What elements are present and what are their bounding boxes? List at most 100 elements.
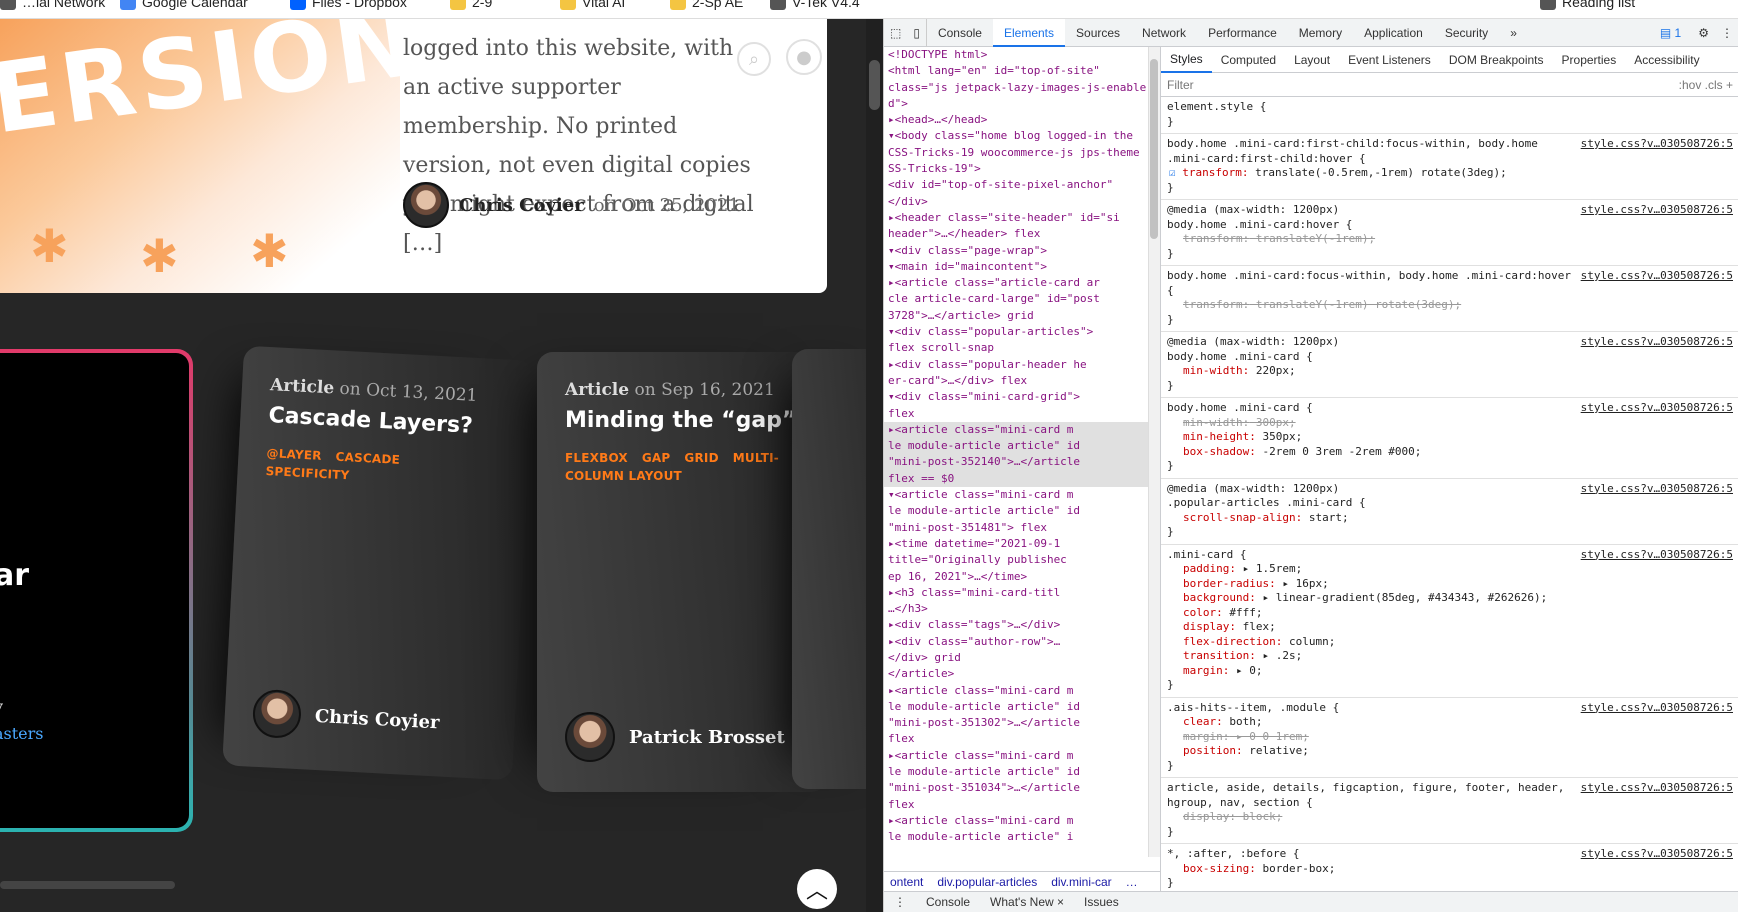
dom-node-line[interactable]: </div> <box>884 194 1148 210</box>
dom-node-line[interactable]: "mini-post-351034">…</article <box>884 780 1148 796</box>
css-rule[interactable]: style.css?v…030508726:5 *, :after, :befor… <box>1161 844 1738 891</box>
css-declaration[interactable]: color: #fff; <box>1167 606 1733 621</box>
dom-node-line[interactable]: flex <box>884 797 1148 813</box>
dom-node-line[interactable]: "mini-post-351481"> flex <box>884 520 1148 536</box>
dom-node-line[interactable]: ▾<div class="popular-articles"> <box>884 324 1148 340</box>
breadcrumb-item[interactable]: div.mini-car <box>1051 875 1111 889</box>
devtools-tab-sources[interactable]: Sources <box>1065 19 1131 47</box>
css-declaration[interactable]: ☑ transform: translate(-0.5rem,-1rem) ro… <box>1167 166 1733 181</box>
bookmark-item[interactable]: V-Tek V4.4 <box>770 0 860 10</box>
css-declaration[interactable]: position: relative; <box>1167 744 1733 759</box>
elements-scrollbar-thumb[interactable] <box>1150 59 1158 239</box>
tag[interactable]: CASCADE <box>335 450 400 467</box>
styles-tab-styles[interactable]: Styles <box>1161 47 1212 73</box>
dom-node-line[interactable]: le module-article article" id <box>884 503 1148 519</box>
css-rule[interactable]: style.css?v…030508726:5 .mini-card {paddi… <box>1161 545 1738 698</box>
inspect-element-icon[interactable]: ⬚ <box>884 19 907 47</box>
dom-node-line[interactable]: ▾<main id="maincontent"> <box>884 259 1148 275</box>
devtools-tab-elements[interactable]: Elements <box>992 18 1066 47</box>
drawer-tab[interactable]: Console <box>916 895 980 909</box>
rule-source-link[interactable]: style.css?v…030508726:5 <box>1581 701 1733 716</box>
css-declaration[interactable]: transition: ▸ .2s; <box>1167 649 1733 664</box>
dom-node-line[interactable]: ▾<body class="home blog logged-in the <box>884 128 1148 144</box>
mini-card-cascade-layers[interactable]: Article on Oct 13, 2021 Cascade Layers? … <box>222 345 534 781</box>
dom-node-line[interactable]: CSS-Tricks-19 woocommerce-js jps-theme <box>884 145 1148 161</box>
drawer-tab[interactable]: What's New × <box>980 895 1074 909</box>
dom-node-line[interactable]: le module-article article" id <box>884 699 1148 715</box>
card-title[interactable]: Cascade Layers? <box>268 403 503 440</box>
dom-node-line[interactable]: class="js jetpack-lazy-images-js-enable <box>884 80 1148 96</box>
styles-tab-dom-breakpoints[interactable]: DOM Breakpoints <box>1440 53 1553 67</box>
author-name[interactable]: Chris Coyier <box>459 195 584 216</box>
dom-node-line[interactable]: ep 16, 2021">…</time> <box>884 569 1148 585</box>
dom-node-line[interactable]: ▸<div class="tags">…</div> <box>884 617 1148 633</box>
dom-node-line[interactable]: cle article-card-large" id="post <box>884 291 1148 307</box>
dom-node-line[interactable]: flex <box>884 406 1148 422</box>
css-declaration[interactable]: min-height: 350px; <box>1167 430 1733 445</box>
styles-tab-layout[interactable]: Layout <box>1285 53 1339 67</box>
breadcrumb-item[interactable]: ontent <box>890 875 923 889</box>
dom-node-line[interactable]: <div id="top-of-site-pixel-anchor" <box>884 177 1148 193</box>
elements-dom-tree[interactable]: <!DOCTYPE html> <html lang="en" id="top-o… <box>884 47 1148 877</box>
devtools-tab-security[interactable]: Security <box>1434 19 1499 47</box>
dom-node-line[interactable]: ▸<time datetime="2021-09-1 <box>884 536 1148 552</box>
devtools-tab-console[interactable]: Console <box>927 19 993 47</box>
settings-gear-icon[interactable]: ⚙ <box>1692 19 1715 47</box>
dom-node-line[interactable]: "mini-post-351302">…</article <box>884 715 1148 731</box>
styles-tab-event-listeners[interactable]: Event Listeners <box>1339 53 1440 67</box>
featured-article-card[interactable]: ERSIONS ✱ ✱ ✱ logged into this website, … <box>0 19 827 293</box>
css-declaration[interactable]: scroll-snap-align: start; <box>1167 511 1733 526</box>
dom-node-line[interactable]: ▸<div class="author-row">… <box>884 634 1148 650</box>
devtools-tab-network[interactable]: Network <box>1131 19 1197 47</box>
breadcrumb-item[interactable]: div.popular-articles <box>937 875 1037 889</box>
css-rule[interactable]: style.css?v…030508726:5 body.home .mini-c… <box>1161 398 1738 479</box>
featured-article-image[interactable]: ERSIONS ✱ ✱ ✱ <box>0 19 400 293</box>
drawer-tab[interactable]: Issues <box>1074 895 1129 909</box>
rule-source-link[interactable]: style.css?v…030508726:5 <box>1581 548 1733 563</box>
author-name[interactable]: Chris Coyier <box>314 705 440 732</box>
popular-header-card[interactable]: ar y asters <box>0 349 193 832</box>
css-rule[interactable]: style.css?v…030508726:5 article, aside, d… <box>1161 778 1738 844</box>
styles-tab-properties[interactable]: Properties <box>1553 53 1626 67</box>
dom-node-line[interactable]: ▸<h3 class="mini-card-titl <box>884 585 1148 601</box>
dom-node-line[interactable]: ▾<div class="page-wrap"> <box>884 243 1148 259</box>
dom-node-line[interactable]: le module-article article" id <box>884 764 1148 780</box>
drawer-menu-icon[interactable]: ⋮ <box>884 895 916 909</box>
tag[interactable]: GRID <box>684 451 718 465</box>
tag[interactable]: FLEXBOX <box>565 451 628 465</box>
author-avatar[interactable] <box>251 688 303 740</box>
rule-source-link[interactable]: style.css?v…030508726:5 <box>1581 847 1733 862</box>
dom-node-line[interactable]: header">…</header> flex <box>884 226 1148 242</box>
css-declaration[interactable]: transform: translateY(-1rem); <box>1167 232 1733 247</box>
css-declaration[interactable]: display: block; <box>1167 810 1733 825</box>
dom-node-line[interactable]: flex <box>884 731 1148 747</box>
dom-node-line[interactable]: ▸<article class="mini-card m <box>884 748 1148 764</box>
filter-tools[interactable]: :hov .cls + <box>1679 78 1733 92</box>
bookmark-item[interactable]: Files - Dropbox <box>290 0 407 10</box>
css-declaration[interactable]: background: ▸ linear-gradient(85deg, #43… <box>1167 591 1733 606</box>
css-declaration[interactable]: margin: ▸ 0; <box>1167 664 1733 679</box>
dom-node-line[interactable]: <!DOCTYPE html> <box>884 47 1148 63</box>
css-declaration[interactable]: box-shadow: -2rem 0 3rem -2rem #000; <box>1167 445 1733 460</box>
bookmark-item[interactable]: 2-Sp AE <box>670 0 743 10</box>
kebab-menu-icon[interactable]: ⋮ <box>1715 19 1738 47</box>
devtools-tab-performance[interactable]: Performance <box>1197 19 1288 47</box>
scroll-to-top-button[interactable]: ︿ <box>797 869 837 909</box>
dom-node-line[interactable]: ▾<div class="mini-card-grid"> <box>884 389 1148 405</box>
dom-node-line[interactable]: </article> <box>884 666 1148 682</box>
rule-source-link[interactable]: style.css?v…030508726:5 <box>1581 401 1733 416</box>
css-declaration[interactable]: clear: both; <box>1167 715 1733 730</box>
dom-node-line[interactable]: ▸<header class="site-header" id="si <box>884 210 1148 226</box>
css-rule[interactable]: element.style {} <box>1161 97 1738 134</box>
css-declaration[interactable]: padding: ▸ 1.5rem; <box>1167 562 1733 577</box>
css-rule[interactable]: style.css?v…030508726:5 body.home .mini-c… <box>1161 266 1738 332</box>
rule-source-link[interactable]: style.css?v…030508726:5 <box>1581 269 1733 284</box>
styles-filter[interactable]: Filter :hov .cls + <box>1161 73 1738 97</box>
css-declaration[interactable]: box-sizing: border-box; <box>1167 862 1733 877</box>
filter-input[interactable]: Filter <box>1167 78 1194 92</box>
device-toolbar-icon[interactable]: ▯ <box>907 18 927 47</box>
dom-node-line[interactable]: ▸<article class="mini-card m <box>884 683 1148 699</box>
dom-node-line[interactable]: ▸<article class="article-card ar <box>884 275 1148 291</box>
css-declaration[interactable]: min-width: 220px; <box>1167 364 1733 379</box>
css-rule[interactable]: style.css?v…030508726:5 @media (max-width… <box>1161 200 1738 266</box>
